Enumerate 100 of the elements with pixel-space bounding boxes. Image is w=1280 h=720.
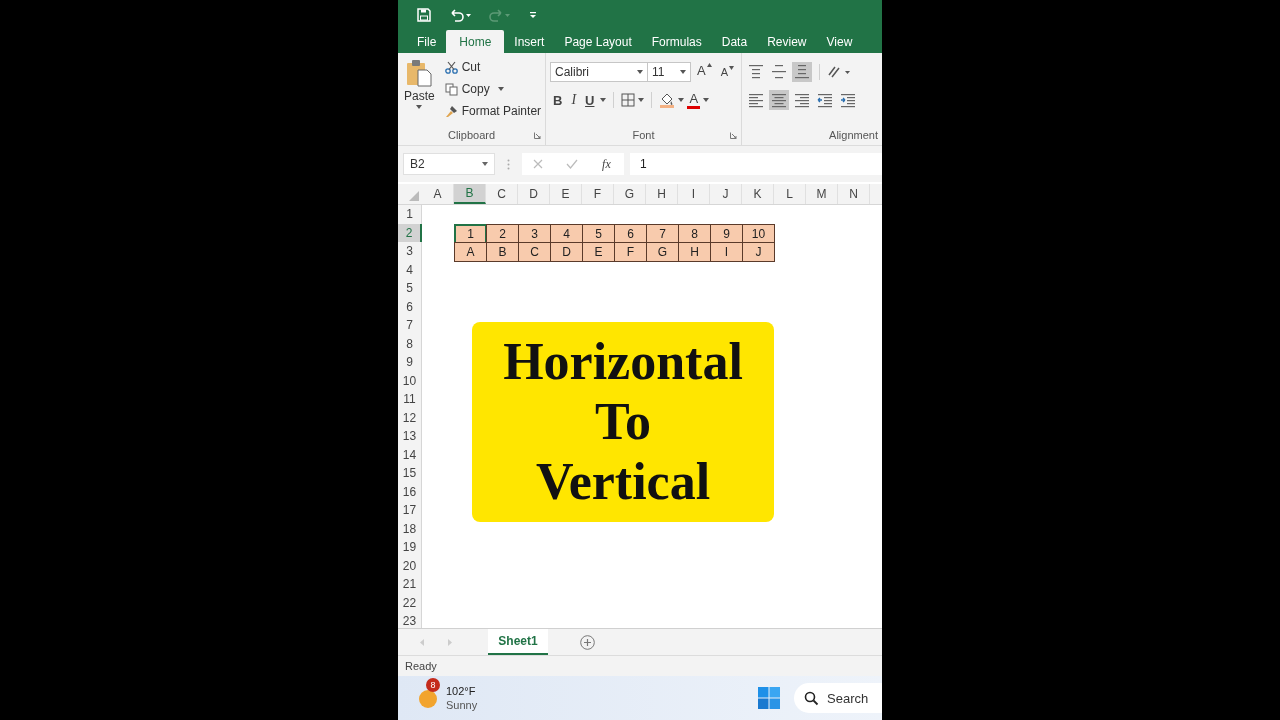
row-header[interactable]: 15 (398, 464, 422, 483)
table-cell[interactable]: I (710, 242, 743, 262)
table-cell[interactable]: 8 (678, 223, 711, 244)
group-label: Clipboard (447, 129, 496, 141)
table-cell[interactable]: J (742, 242, 775, 262)
column-header[interactable]: I (678, 184, 710, 204)
caret-icon[interactable] (638, 98, 645, 102)
column-header[interactable]: L (774, 184, 806, 204)
row-header[interactable]: 19 (398, 538, 422, 557)
column-header[interactable]: D (518, 184, 550, 204)
ribbon-tab[interactable]: Review (757, 30, 817, 53)
row-header[interactable]: 11 (398, 390, 422, 409)
table-cell[interactable]: 4 (550, 223, 583, 244)
table-cell[interactable]: C (518, 242, 551, 262)
caret-icon[interactable] (703, 98, 710, 102)
lines-icon (840, 92, 856, 108)
ribbon-tab[interactable]: Home (446, 30, 505, 53)
italic-button[interactable]: I (568, 90, 580, 110)
table-cell[interactable]: 3 (518, 223, 551, 244)
row-header[interactable]: 5 (398, 279, 422, 298)
font-name-field[interactable]: Calibri (550, 62, 648, 82)
ribbon-tab[interactable]: Data (711, 30, 758, 53)
ribbon-tab[interactable]: View (816, 30, 863, 53)
row-header[interactable]: 13 (398, 427, 422, 446)
table-cell[interactable]: 5 (582, 223, 615, 244)
underline-button[interactable]: U (582, 90, 598, 110)
table-cell[interactable]: G (646, 242, 679, 262)
lines-icon (794, 92, 810, 108)
column-header[interactable]: J (710, 184, 742, 204)
table-cell[interactable]: 6 (614, 223, 647, 244)
table-cell[interactable]: 7 (646, 223, 679, 244)
table-cell[interactable]: D (550, 242, 583, 262)
weather-condition: Sunny (446, 698, 478, 712)
column-header[interactable]: H (646, 184, 678, 204)
row-header[interactable]: 1 (398, 205, 422, 224)
ribbon-tab[interactable]: File (407, 30, 447, 53)
paste-button[interactable]: Paste (402, 57, 437, 125)
lines-icon (748, 64, 764, 80)
ribbon-tab[interactable]: Page Layout (554, 30, 642, 53)
shrink-font-button[interactable]: A (717, 62, 737, 82)
borders-icon[interactable] (621, 93, 636, 107)
insert-function-button[interactable]: fx (600, 156, 613, 172)
row-header[interactable]: 23 (398, 612, 422, 628)
table-cell[interactable]: 1 (454, 223, 487, 244)
column-header[interactable]: B (454, 184, 486, 204)
row-header[interactable]: 9 (398, 353, 422, 372)
customize-icon[interactable] (529, 10, 537, 20)
column-header[interactable]: F (582, 184, 614, 204)
caret-icon[interactable] (600, 98, 607, 102)
windows-start-icon[interactable] (758, 687, 780, 709)
column-header[interactable]: M (806, 184, 838, 204)
bold-button[interactable]: B (550, 90, 566, 110)
grow-font-button[interactable]: A (694, 62, 715, 82)
table-cell[interactable]: F (614, 242, 647, 262)
ribbon-tab[interactable]: Insert (504, 30, 555, 53)
formula-input[interactable]: 1 (630, 153, 882, 175)
orientation-icon[interactable] (827, 65, 851, 79)
search-field[interactable]: Search (794, 683, 882, 713)
row-header[interactable]: 3 (398, 242, 422, 261)
table-cell[interactable]: H (678, 242, 711, 262)
table-cell[interactable]: 10 (742, 223, 775, 244)
table-cell[interactable]: B (486, 242, 519, 262)
search-icon[interactable] (804, 691, 819, 706)
table-cell[interactable]: A (454, 242, 487, 262)
undo-icon[interactable] (449, 8, 471, 22)
fill-color-icon[interactable] (659, 92, 676, 108)
column-header[interactable]: E (550, 184, 582, 204)
lines-icon (748, 92, 764, 108)
dialog-launcher-icon[interactable] (730, 132, 737, 139)
name-box[interactable]: B2 (403, 153, 495, 175)
row-header[interactable]: 21 (398, 575, 422, 594)
column-header[interactable]: N (838, 184, 870, 204)
table-cell[interactable]: 9 (710, 223, 743, 244)
group-label: Font (632, 129, 655, 141)
caret-icon (482, 162, 488, 166)
add-sheet-icon[interactable] (580, 634, 595, 650)
format-painter-button[interactable]: Format Painter (442, 101, 544, 121)
caret-icon[interactable] (678, 98, 685, 102)
table-cell[interactable]: 2 (486, 223, 519, 244)
row-header[interactable]: 17 (398, 501, 422, 520)
ribbon-tab[interactable]: Formulas (641, 30, 712, 53)
row-header[interactable]: 7 (398, 316, 422, 335)
dialog-launcher-icon[interactable] (534, 132, 541, 139)
notification-badge: 8 (426, 678, 440, 692)
center-button[interactable] (769, 90, 789, 110)
font-color-button[interactable]: A (687, 91, 701, 109)
status-text: Ready (405, 660, 437, 672)
cut-button[interactable]: Cut (442, 57, 544, 77)
column-header[interactable]: C (486, 184, 518, 204)
table-cell[interactable]: E (582, 242, 615, 262)
save-icon[interactable] (417, 8, 431, 22)
column-header[interactable]: G (614, 184, 646, 204)
bottom-align-button[interactable] (792, 62, 812, 82)
lines-icon (794, 64, 810, 80)
sheet-tab[interactable]: Sheet1 (488, 629, 548, 655)
column-header[interactable]: K (742, 184, 774, 204)
copy-button[interactable]: Copy (442, 79, 544, 99)
temperature: 102°F (446, 684, 477, 698)
font-size-field[interactable]: 11 (647, 62, 691, 82)
weather-sun-icon[interactable] (418, 687, 440, 709)
